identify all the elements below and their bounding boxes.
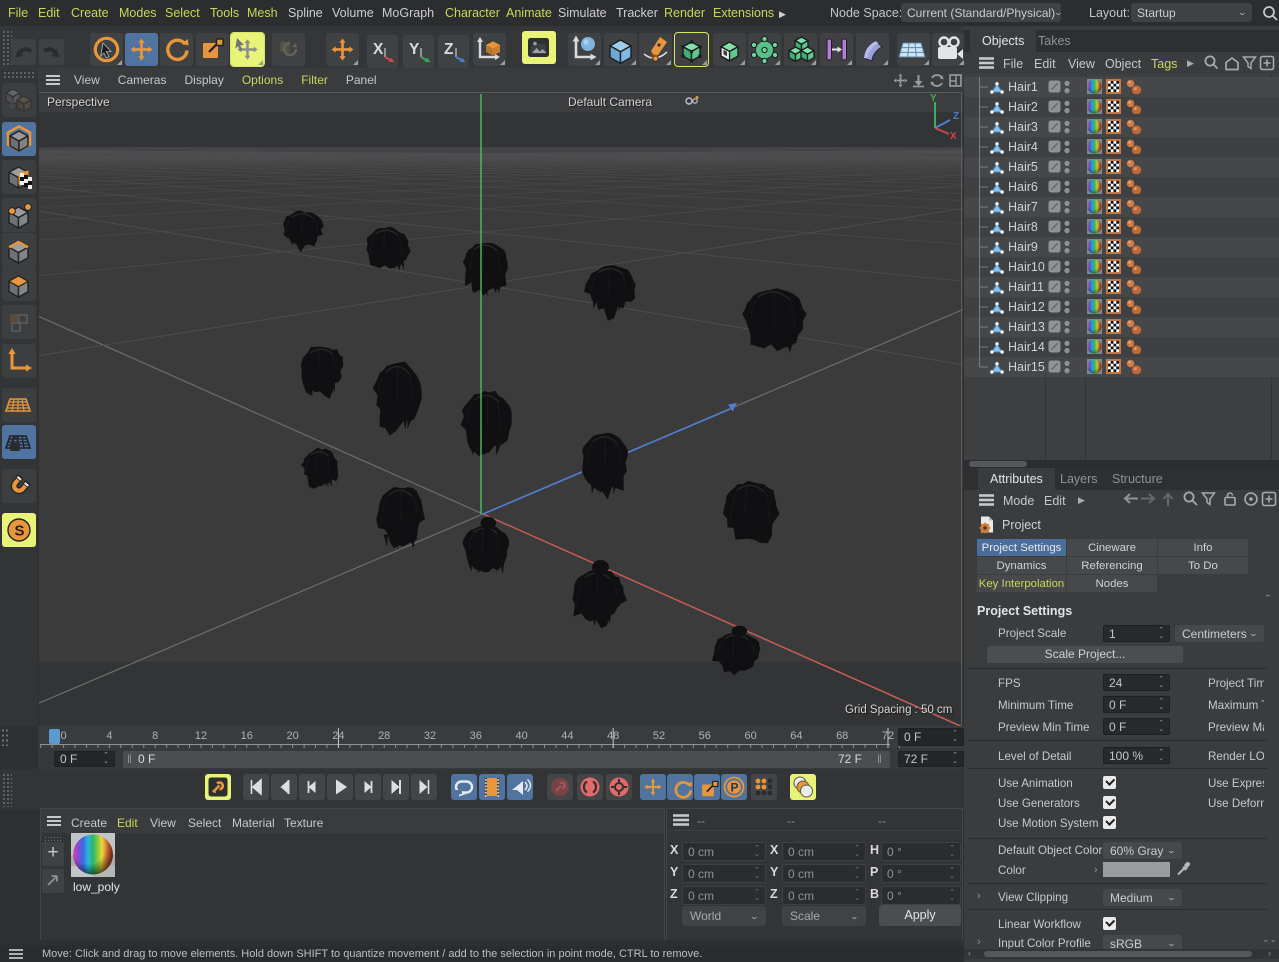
svg-text:Z: Z xyxy=(444,41,454,58)
svg-text:Y: Y xyxy=(409,41,420,58)
svg-text:68: 68 xyxy=(836,730,848,742)
svg-text:X: X xyxy=(950,131,957,142)
svg-text:36: 36 xyxy=(470,730,482,742)
svg-text:32: 32 xyxy=(424,730,436,742)
svg-text:S: S xyxy=(15,523,25,540)
svg-text:12: 12 xyxy=(195,730,207,742)
svg-text:X: X xyxy=(373,41,384,58)
svg-text:P: P xyxy=(731,781,739,795)
svg-text:64: 64 xyxy=(790,730,802,742)
svg-text:8: 8 xyxy=(152,730,158,742)
svg-text:Y: Y xyxy=(930,93,937,104)
svg-text:0: 0 xyxy=(61,730,67,742)
svg-text:16: 16 xyxy=(241,730,253,742)
svg-text:44: 44 xyxy=(561,730,573,742)
svg-text:52: 52 xyxy=(653,730,665,742)
svg-text:4: 4 xyxy=(106,730,112,742)
svg-text:28: 28 xyxy=(378,730,390,742)
svg-text:56: 56 xyxy=(699,730,711,742)
svg-text:20: 20 xyxy=(286,730,298,742)
svg-text:40: 40 xyxy=(515,730,527,742)
svg-text:60: 60 xyxy=(744,730,756,742)
svg-text:Z: Z xyxy=(953,111,959,122)
